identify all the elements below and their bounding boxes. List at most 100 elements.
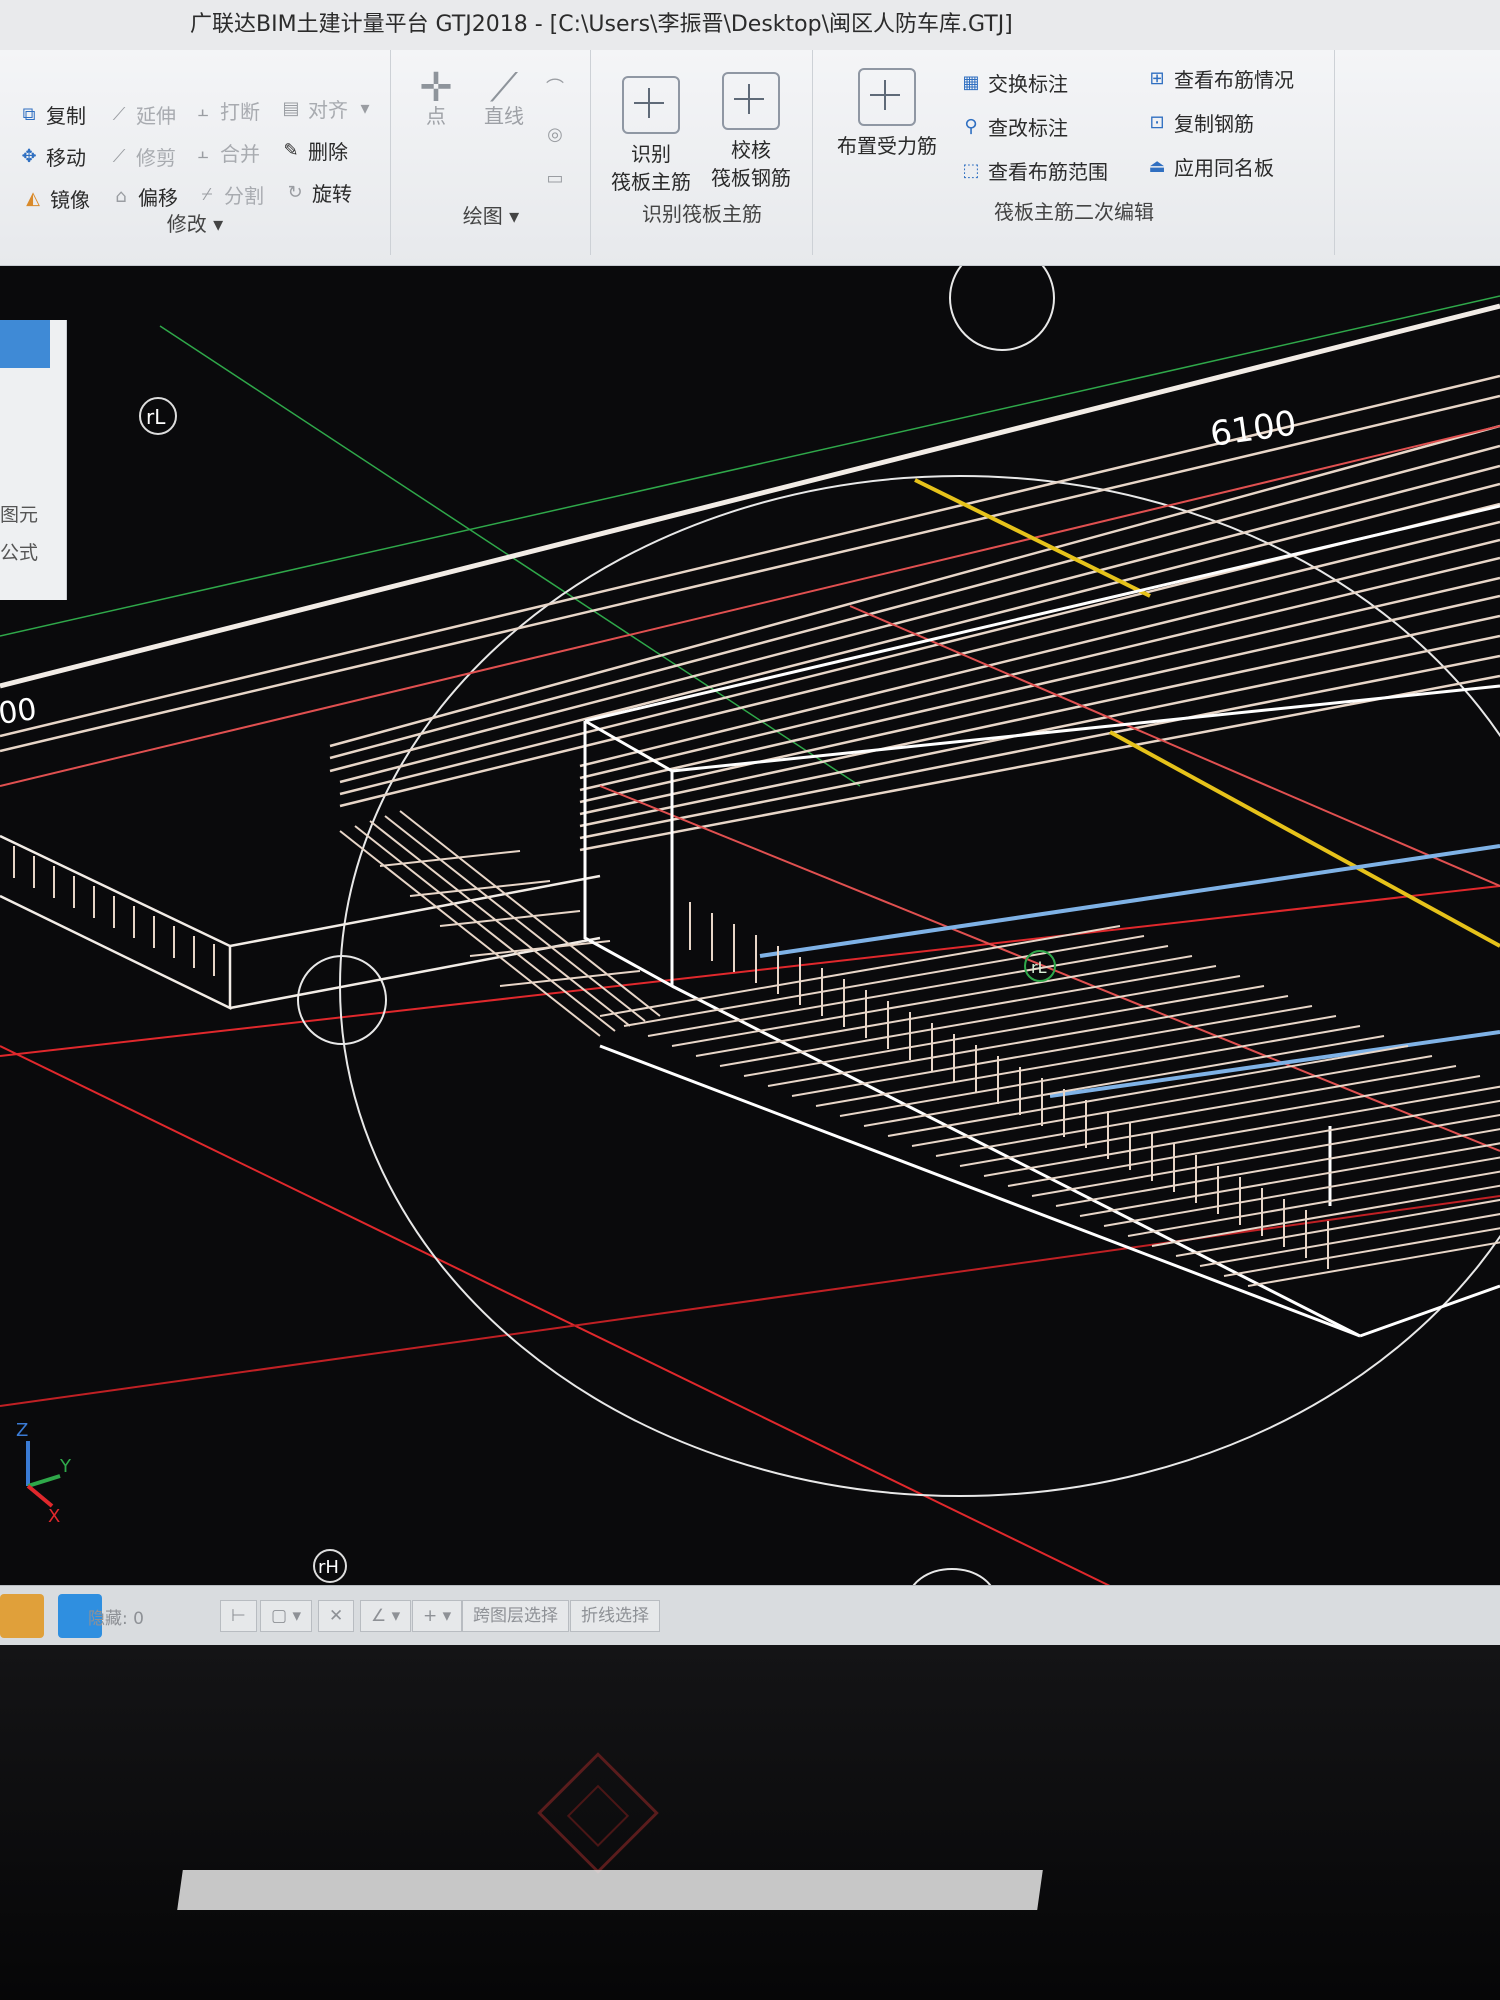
split-icon: ⌿ <box>201 183 213 205</box>
ribbon: ⧉ 复制 ⟋ 延伸 ⫠ 打断 ▤ 对齐 ▾ ✥ 移动 ⟋ 修剪 ⫠ 合并 ✎ 删… <box>0 50 1500 267</box>
pit-stirrups <box>689 902 1329 1269</box>
gizmo-handle-bottom[interactable] <box>908 1568 996 1586</box>
chevron-down-icon: ▾ <box>360 97 370 119</box>
offset-button[interactable]: ⌂ 偏移 <box>110 182 178 211</box>
left-properties-panel[interactable]: 图元 公式 <box>0 320 67 600</box>
highlight-yellow-1 <box>914 478 1151 598</box>
cross-icon-button[interactable]: ✕ <box>318 1600 355 1632</box>
rebar-segment <box>1199 1213 1500 1267</box>
align-icon: ▤ <box>282 97 300 119</box>
rebar-segment <box>983 1085 1500 1177</box>
window-title: 广联达BIM土建计量平台 GTJ2018 - [C:\Users\李振晋\Des… <box>190 12 1013 37</box>
extend-icon: ⟋ <box>112 103 126 125</box>
rebar-segment <box>911 1055 1433 1147</box>
angle-button[interactable]: ∠ ▾ <box>360 1600 412 1632</box>
rebar-segment <box>695 965 1217 1057</box>
chevron-down-icon: ▾ <box>213 212 224 236</box>
rebar-segment <box>1055 1128 1500 1207</box>
model-canvas[interactable]: 6100 00 rL rL rH Z Y X <box>0 266 1500 1586</box>
3d-viewport[interactable]: 6100 00 rL rL rH Z Y X <box>0 266 1500 1586</box>
swap-icon: ▦ <box>962 71 980 93</box>
circle-icon: ◎ <box>547 124 563 145</box>
ribbon-group-label-modify[interactable]: 修改 ▾ <box>0 208 390 237</box>
polyline-select-button[interactable]: 折线选择 <box>570 1600 660 1632</box>
offset-snap-button[interactable]: + ▾ <box>412 1600 463 1632</box>
point-icon: ✛ <box>419 65 453 111</box>
gizmo-handle-top[interactable] <box>949 266 1055 351</box>
hidden-count: 隐藏: 0 <box>88 1609 144 1629</box>
point-tool-button[interactable]: ✛ 点 <box>406 65 466 130</box>
merge-button[interactable]: ⫠ 合并 <box>192 138 260 167</box>
rl-label: rL <box>146 405 166 429</box>
axis-red-line-2 <box>0 1195 1500 1407</box>
place-rebar-button[interactable]: 布置受力筋 <box>832 68 942 160</box>
check-raft-rebar-button[interactable]: 校核 筏板钢筋 <box>706 72 796 192</box>
apply-icon: ⏏ <box>1148 155 1166 177</box>
snap-toggle-button[interactable]: ⊢ <box>220 1600 257 1632</box>
identify-raft-rebar-button[interactable]: 识别 筏板主筋 <box>606 76 696 196</box>
range-icon: ⬚ <box>962 159 980 181</box>
title-bar: 广联达BIM土建计量平台 GTJ2018 - [C:\Users\李振晋\Des… <box>0 0 1500 51</box>
split-button[interactable]: ⌿ 分割 <box>196 180 264 209</box>
ribbon-group-label-identify: 识别筏板主筋 <box>642 202 762 226</box>
copy-rebar-icon: ⊡ <box>1149 111 1165 133</box>
panel-tab[interactable] <box>0 320 50 368</box>
rebar-segment <box>623 935 1145 1027</box>
align-button[interactable]: ▤ 对齐 ▾ <box>280 94 376 123</box>
rebar-segment <box>959 1075 1481 1167</box>
panel-label-formula: 公式 <box>0 542 39 564</box>
arc-tool-button[interactable]: ⌒ <box>544 78 566 100</box>
axis-y-label: Y <box>59 1456 72 1477</box>
copy-icon: ⧉ <box>22 103 36 125</box>
rebar-segment <box>719 975 1241 1067</box>
line-icon: ⟋ <box>490 65 518 111</box>
ribbon-group-identify: 识别 筏板主筋 校核 筏板钢筋 识别筏板主筋 <box>592 50 813 255</box>
break-icon: ⫠ <box>197 99 209 121</box>
select-box-button[interactable]: ▢ ▾ <box>260 1600 312 1632</box>
rebar-segment <box>791 1005 1313 1097</box>
rebar-segment <box>887 1045 1409 1137</box>
left-slab-block <box>0 834 601 1010</box>
bottom-rebar-mesh <box>599 925 1500 1287</box>
gizmo-label-rl-topleft[interactable]: rL <box>139 397 177 435</box>
copy-rebar-button[interactable]: ⊡ 复制钢筋 <box>1146 108 1254 137</box>
chevron-down-icon: ▾ <box>509 204 520 228</box>
keyboard-edge <box>177 1870 1043 1910</box>
trim-button[interactable]: ⟋ 修剪 <box>108 142 176 171</box>
red-rebar-lines <box>0 425 1500 1152</box>
extend-button[interactable]: ⟋ 延伸 <box>108 100 176 129</box>
break-button[interactable]: ⫠ 打断 <box>192 96 260 125</box>
rl-center-label: rL <box>1031 958 1047 977</box>
offset-icon: ⌂ <box>115 185 127 207</box>
edit-annotation-button[interactable]: ⚲ 查改标注 <box>960 112 1068 141</box>
line-tool-button[interactable]: ⟋ 直线 <box>474 65 534 130</box>
rebar-segment <box>839 1025 1361 1117</box>
folder-icon[interactable] <box>0 1594 44 1638</box>
ribbon-group-modify: ⧉ 复制 ⟋ 延伸 ⫠ 打断 ▤ 对齐 ▾ ✥ 移动 ⟋ 修剪 ⫠ 合并 ✎ 删… <box>0 50 391 255</box>
rebar-segment <box>1031 1113 1500 1197</box>
swap-annotation-button[interactable]: ▦ 交换标注 <box>960 68 1068 97</box>
apply-same-name-button[interactable]: ⏏ 应用同名板 <box>1146 152 1274 181</box>
cross-layer-select-button[interactable]: 跨图层选择 <box>462 1600 569 1632</box>
move-button[interactable]: ✥ 移动 <box>18 142 86 171</box>
identify-icon <box>622 76 680 134</box>
rebar-segment <box>1223 1227 1500 1277</box>
rebar-segment <box>647 945 1169 1037</box>
view-rebar-range-button[interactable]: ⬚ 查看布筋范围 <box>960 156 1108 185</box>
arc-icon: ⌒ <box>546 78 564 99</box>
eraser-icon: ✎ <box>283 139 299 161</box>
axis-x-label: X <box>48 1506 60 1527</box>
pit-box-edges <box>583 504 1500 1338</box>
rotate-button[interactable]: ↻ 旋转 <box>284 178 352 207</box>
axis-z-label: Z <box>16 1420 28 1441</box>
circle-tool-button[interactable]: ◎ <box>544 124 566 146</box>
view-rebar-layout-button[interactable]: ⊞ 查看布筋情况 <box>1146 64 1294 93</box>
dimension-label-left: 00 <box>0 692 39 732</box>
move-icon: ✥ <box>21 145 37 167</box>
ribbon-group-label-draw[interactable]: 绘图 ▾ <box>392 200 590 229</box>
copy-button[interactable]: ⧉ 复制 <box>18 100 86 129</box>
rect-tool-button[interactable]: ▭ <box>544 168 566 190</box>
gizmo-label-rh[interactable]: rH <box>313 1549 347 1583</box>
axis-red-line <box>0 885 1500 1057</box>
delete-button[interactable]: ✎ 删除 <box>280 136 348 165</box>
